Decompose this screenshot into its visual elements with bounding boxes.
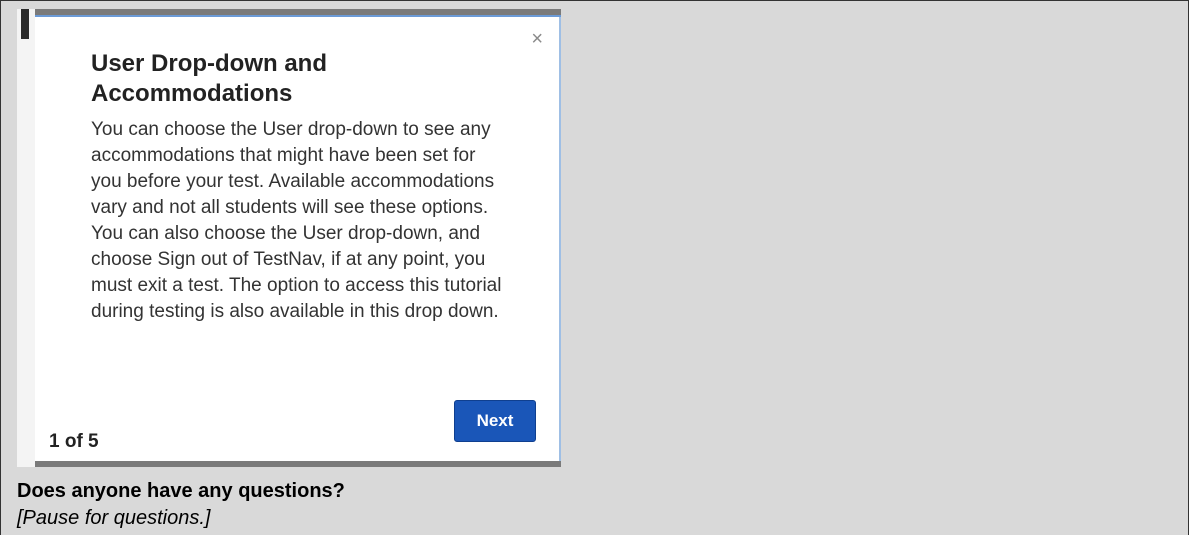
close-icon[interactable]: × xyxy=(531,29,543,49)
page-counter: 1 of 5 xyxy=(49,431,99,452)
tutorial-screenshot: × User Drop-down and Accommodations You … xyxy=(17,9,561,467)
document-table-cell: × User Drop-down and Accommodations You … xyxy=(0,0,1189,535)
popup-title: User Drop-down and Accommodations xyxy=(91,50,328,107)
background-dark-bar xyxy=(21,9,29,39)
question-text: Does anyone have any questions? xyxy=(17,480,345,502)
tutorial-popup: × User Drop-down and Accommodations You … xyxy=(35,17,561,461)
popup-body-text: You can choose the User drop-down to see… xyxy=(91,119,502,322)
next-button[interactable]: Next xyxy=(454,400,536,442)
pause-note: [Pause for questions.] xyxy=(17,507,211,529)
background-page-strip xyxy=(17,9,35,467)
